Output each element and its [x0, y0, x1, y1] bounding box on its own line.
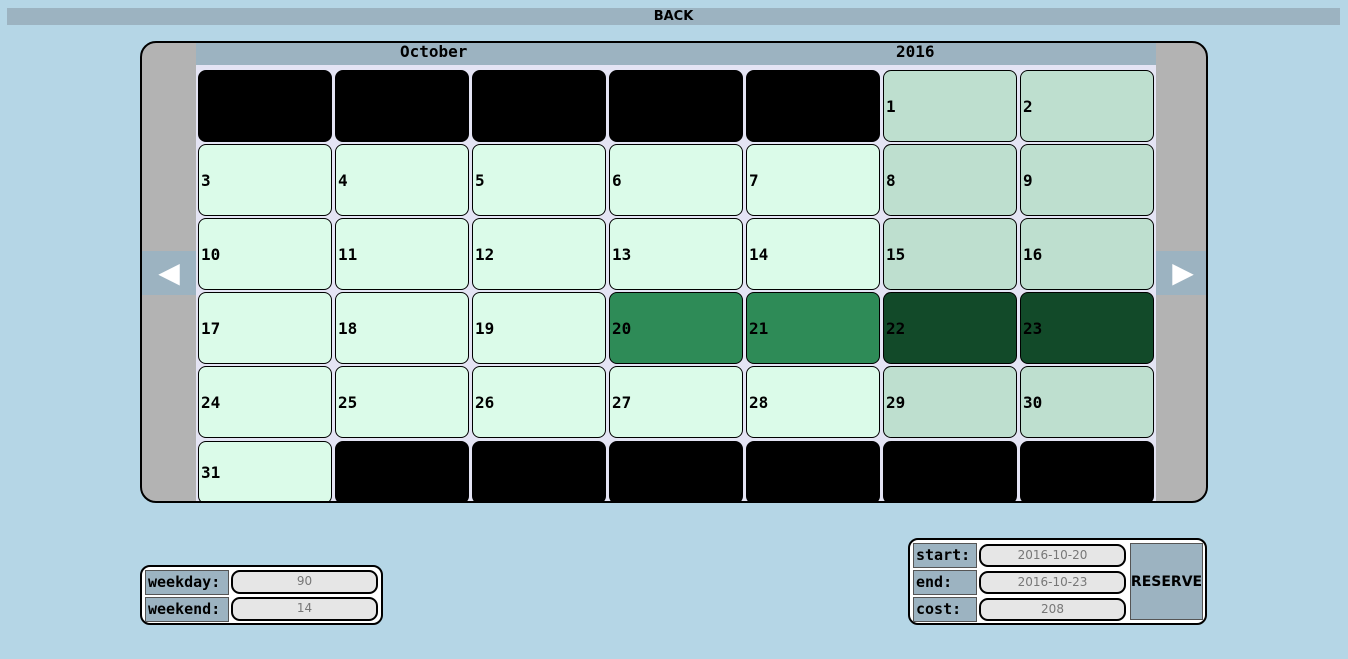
calendar-day-number: 10: [201, 244, 221, 264]
calendar-day-number: 29: [886, 392, 906, 412]
calendar-day-3[interactable]: 3: [198, 144, 332, 216]
calendar-day-17[interactable]: 17: [198, 292, 332, 364]
calendar-day-23[interactable]: 23: [1020, 292, 1154, 364]
end-date-field[interactable]: 2016-10-23: [979, 571, 1126, 594]
calendar-day-number: 31: [201, 463, 221, 482]
calendar-empty-cell: [1020, 441, 1154, 501]
start-date-field[interactable]: 2016-10-20: [979, 544, 1126, 567]
calendar-day-1[interactable]: 1: [883, 70, 1017, 142]
calendar-day-number: 6: [612, 170, 622, 190]
calendar-day-12[interactable]: 12: [472, 218, 606, 290]
calendar-day-18[interactable]: 18: [335, 292, 469, 364]
weekend-rate-label: weekend:: [145, 597, 229, 622]
calendar-day-number: 9: [1023, 170, 1033, 190]
calendar-day-number: 4: [338, 170, 348, 190]
calendar-day-number: 3: [201, 170, 211, 190]
calendar-day-15[interactable]: 15: [883, 218, 1017, 290]
calendar-day-number: 27: [612, 392, 632, 412]
next-month-icon[interactable]: ▶: [1156, 251, 1206, 295]
calendar-day-number: 28: [749, 392, 769, 412]
calendar-day-14[interactable]: 14: [746, 218, 880, 290]
calendar-day-31[interactable]: 31: [198, 441, 332, 501]
calendar-day-number: 19: [475, 318, 495, 338]
calendar-empty-cell: [472, 70, 606, 142]
calendar-day-number: 20: [612, 318, 632, 338]
calendar-day-number: 24: [201, 392, 221, 412]
calendar-empty-cell: [198, 70, 332, 142]
calendar-day-26[interactable]: 26: [472, 366, 606, 438]
calendar-day-28[interactable]: 28: [746, 366, 880, 438]
cost-label: cost:: [913, 597, 977, 622]
calendar-day-22[interactable]: 22: [883, 292, 1017, 364]
calendar-empty-cell: [746, 70, 880, 142]
calendar-day-number: 23: [1023, 318, 1043, 338]
calendar-day-13[interactable]: 13: [609, 218, 743, 290]
calendar-empty-cell: [472, 441, 606, 501]
calendar-day-29[interactable]: 29: [883, 366, 1017, 438]
calendar-day-19[interactable]: 19: [472, 292, 606, 364]
weekday-rate-field[interactable]: 90: [231, 570, 378, 594]
calendar-day-16[interactable]: 16: [1020, 218, 1154, 290]
calendar-day-2[interactable]: 2: [1020, 70, 1154, 142]
calendar-day-7[interactable]: 7: [746, 144, 880, 216]
calendar-grid: 1 2 3 4 5 6 7 8 9 10 11 12 13 14 15 16 17 18 19 20 21 22 23 24 2…: [196, 43, 1156, 501]
rates-panel: weekday: 90 weekend: 14: [140, 565, 383, 625]
calendar-empty-cell: [609, 441, 743, 501]
calendar-day-number: 26: [475, 392, 495, 412]
calendar-day-number: 25: [338, 392, 358, 412]
calendar-day-8[interactable]: 8: [883, 144, 1017, 216]
calendar-empty-cell: [335, 70, 469, 142]
calendar-empty-cell: [883, 441, 1017, 501]
reserve-button[interactable]: RESERVE: [1130, 543, 1203, 620]
calendar-day-10[interactable]: 10: [198, 218, 332, 290]
calendar-day-25[interactable]: 25: [335, 366, 469, 438]
calendar-day-11[interactable]: 11: [335, 218, 469, 290]
calendar-body: October 2016 1 2 3 4 5 6 7 8 9 10 11 12 13 14 15 16 17 18…: [196, 43, 1156, 501]
calendar-day-number: 2: [1023, 96, 1033, 116]
calendar-day-number: 18: [338, 318, 358, 338]
calendar-day-number: 30: [1023, 392, 1043, 412]
calendar-day-30[interactable]: 30: [1020, 366, 1154, 438]
calendar-day-number: 17: [201, 318, 221, 338]
calendar-day-number: 21: [749, 318, 769, 338]
end-date-label: end:: [913, 570, 977, 595]
prev-month-icon[interactable]: ◀: [142, 251, 196, 295]
calendar: ◀ October 2016 1 2 3 4 5 6 7 8 9 10 11 12 13 14 15 16 17…: [140, 41, 1208, 503]
calendar-day-number: 11: [338, 244, 358, 264]
calendar-day-5[interactable]: 5: [472, 144, 606, 216]
calendar-empty-cell: [609, 70, 743, 142]
calendar-day-number: 7: [749, 170, 759, 190]
calendar-day-24[interactable]: 24: [198, 366, 332, 438]
calendar-day-number: 8: [886, 170, 896, 190]
cost-field[interactable]: 208: [979, 598, 1126, 621]
back-button[interactable]: BACK: [7, 8, 1340, 25]
calendar-day-number: 1: [886, 96, 896, 116]
calendar-day-number: 12: [475, 244, 495, 264]
weekday-rate-label: weekday:: [145, 570, 229, 595]
calendar-empty-cell: [746, 441, 880, 501]
reservation-panel: start: 2016-10-20 end: 2016-10-23 cost: …: [908, 538, 1207, 625]
start-date-label: start:: [913, 543, 977, 568]
calendar-day-27[interactable]: 27: [609, 366, 743, 438]
calendar-day-number: 15: [886, 244, 906, 264]
calendar-day-4[interactable]: 4: [335, 144, 469, 216]
calendar-empty-cell: [335, 441, 469, 501]
calendar-day-number: 13: [612, 244, 632, 264]
calendar-day-6[interactable]: 6: [609, 144, 743, 216]
calendar-day-20[interactable]: 20: [609, 292, 743, 364]
calendar-day-number: 16: [1023, 244, 1043, 264]
calendar-day-number: 5: [475, 170, 485, 190]
calendar-day-number: 14: [749, 244, 769, 264]
calendar-day-9[interactable]: 9: [1020, 144, 1154, 216]
calendar-day-number: 22: [886, 318, 906, 338]
calendar-day-21[interactable]: 21: [746, 292, 880, 364]
weekend-rate-field[interactable]: 14: [231, 597, 378, 621]
